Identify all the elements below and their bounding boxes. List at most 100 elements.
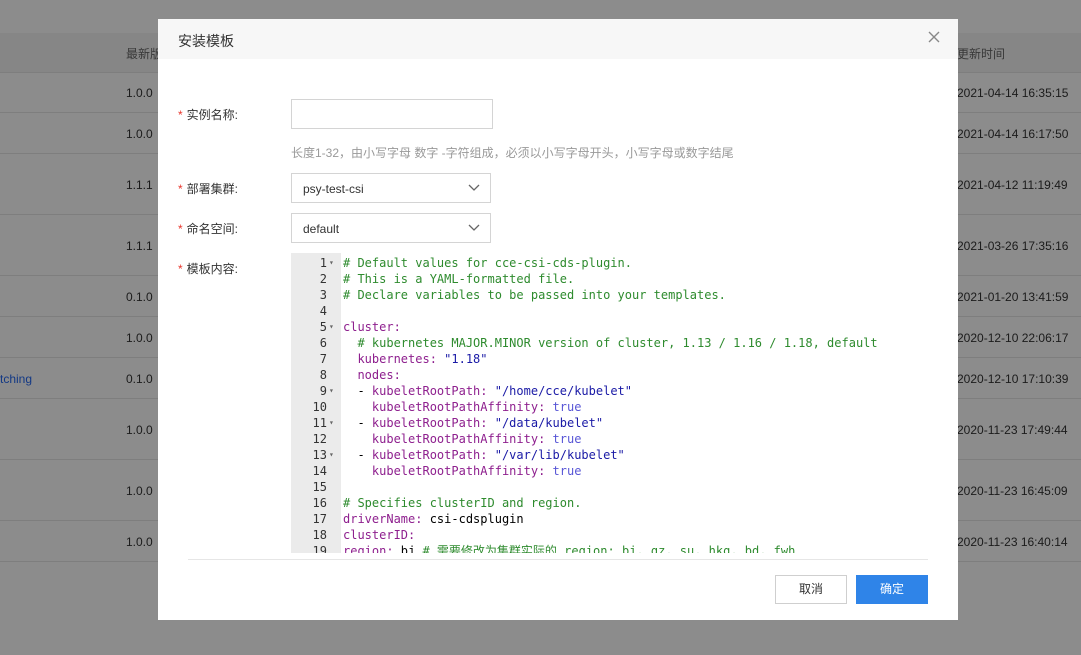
code-token: bj [393, 544, 423, 553]
line-number: 18 [312, 528, 327, 542]
code-text: driverName: csi-cdsplugin [343, 511, 524, 527]
line-number: 17 [312, 512, 327, 526]
cluster-select-value: psy-test-csi [303, 182, 364, 196]
code-token: "/var/lib/kubelet" [487, 448, 625, 462]
close-icon[interactable] [926, 29, 942, 45]
code-text: # Declare variables to be passed into yo… [343, 287, 726, 303]
code-line: 19 region: bj # 需要修改为集群实际的 region: bj, gz… [291, 543, 928, 553]
code-line: 8 nodes: [291, 367, 928, 383]
code-token: "/home/cce/kubelet" [487, 384, 632, 398]
code-text: - kubeletRootPath: "/var/lib/kubelet" [343, 447, 625, 463]
line-number: 8 [319, 368, 327, 382]
code-token: true [545, 400, 582, 414]
fold-caret-icon[interactable]: ▾ [329, 319, 337, 335]
dialog-title: 安装模板 [178, 33, 234, 49]
code-line: 7 kubernetes: "1.18" [291, 351, 928, 367]
line-number: 19 [312, 544, 327, 553]
code-text: kubeletRootPathAffinity: true [343, 431, 582, 447]
line-number: 14 [312, 464, 327, 478]
instance-name-label: * 实例名称: [178, 108, 239, 122]
code-token: clusterID: [343, 528, 416, 542]
instance-name-hint: 长度1-32，由小写字母 数字 -字符组成，必须以小写字母开头，小写字母或数字结… [291, 146, 734, 160]
line-number: 16 [312, 496, 327, 510]
code-text: - kubeletRootPath: "/home/cce/kubelet" [343, 383, 632, 399]
cluster-select[interactable]: psy-test-csi [291, 173, 491, 203]
dialog-header: 安装模板 [158, 19, 958, 59]
confirm-button[interactable]: 确定 [856, 575, 928, 604]
code-token: # Default values for cce-csi-cds-plugin. [343, 256, 632, 270]
code-line: 10 kubeletRootPathAffinity: true [291, 399, 928, 415]
line-number: 6 [319, 336, 327, 350]
code-token: kubeletRootPath: [371, 416, 488, 430]
code-line: 12 kubeletRootPathAffinity: true [291, 431, 928, 447]
code-line: 9 ▾ - kubeletRootPath: "/home/cce/kubelet… [291, 383, 928, 399]
cluster-label: * 部署集群: [178, 182, 239, 196]
code-line: 3 # Declare variables to be passed into y… [291, 287, 928, 303]
code-token: "1.18" [436, 352, 488, 366]
line-number: 9 [319, 384, 327, 398]
line-number: 12 [312, 432, 327, 446]
code-line: 14 kubeletRootPathAffinity: true [291, 463, 928, 479]
code-token: kubeletRootPath: [371, 448, 488, 462]
namespace-select[interactable]: default [291, 213, 491, 243]
code-token: # kubernetes MAJOR.MINOR version of clus… [343, 336, 878, 350]
code-token: csi-cdsplugin [422, 512, 524, 526]
code-text: region: bj # 需要修改为集群实际的 region: bj, gz, … [343, 543, 795, 553]
code-text: - kubeletRootPath: "/data/kubelet" [343, 415, 603, 431]
line-number: 5 [319, 320, 327, 334]
code-token: region: [343, 544, 394, 553]
code-token: # Declare variables to be passed into yo… [343, 288, 726, 302]
code-token: kubernetes: [343, 352, 437, 366]
cancel-button[interactable]: 取消 [775, 575, 847, 604]
code-text: # Specifies clusterID and region. [343, 495, 581, 511]
chevron-down-icon [468, 184, 480, 191]
code-token: # This is a YAML-formatted file. [343, 272, 575, 286]
code-token: - [343, 448, 372, 462]
line-number: 15 [312, 480, 327, 494]
namespace-label: * 命名空间: [178, 222, 239, 236]
code-text: kubernetes: "1.18" [343, 351, 488, 367]
line-number: 13 [312, 448, 327, 462]
footer-divider [188, 559, 928, 560]
code-text: # This is a YAML-formatted file. [343, 271, 574, 287]
code-token: driverName: [343, 512, 423, 526]
code-line: 2 # This is a YAML-formatted file. [291, 271, 928, 287]
install-template-dialog: 安装模板 * 实例名称: 长度1-32，由小写字母 数字 -字符组成，必须以小写字… [158, 19, 958, 620]
line-number: 7 [319, 352, 327, 366]
code-text: clusterID: [343, 527, 415, 543]
code-line: 4 [291, 303, 928, 319]
template-label: * 模板内容: [178, 262, 239, 276]
code-token: true [545, 432, 582, 446]
code-line: 16 # Specifies clusterID and region. [291, 495, 928, 511]
instance-name-input[interactable] [291, 99, 493, 129]
code-token: - [343, 416, 372, 430]
code-text: # kubernetes MAJOR.MINOR version of clus… [343, 335, 878, 351]
line-number: 4 [319, 304, 327, 318]
code-line: 11 ▾ - kubeletRootPath: "/data/kubelet" [291, 415, 928, 431]
code-token: kubeletRootPath: [371, 384, 488, 398]
code-text: kubeletRootPathAffinity: true [343, 399, 582, 415]
namespace-select-value: default [303, 222, 340, 236]
code-line: 17 driverName: csi-cdsplugin [291, 511, 928, 527]
code-line: 13 ▾ - kubeletRootPath: "/var/lib/kubelet… [291, 447, 928, 463]
fold-caret-icon[interactable]: ▾ [329, 255, 337, 271]
template-code-editor[interactable]: 1 ▾ # Default values for cce-csi-cds-plugi… [291, 253, 928, 553]
code-line: 6 # kubernetes MAJOR.MINOR version of cl… [291, 335, 928, 351]
line-number: 1 [319, 256, 327, 270]
code-line: 5 ▾ cluster: [291, 319, 928, 335]
fold-caret-icon[interactable]: ▾ [329, 447, 337, 463]
chevron-down-icon [468, 224, 480, 231]
code-token: # Specifies clusterID and region. [343, 496, 582, 510]
line-number: 2 [319, 272, 327, 286]
fold-caret-icon[interactable]: ▾ [329, 415, 337, 431]
code-token: kubeletRootPathAffinity: [343, 400, 546, 414]
code-line: 18 clusterID: [291, 527, 928, 543]
fold-caret-icon[interactable]: ▾ [329, 383, 337, 399]
code-line: 15 [291, 479, 928, 495]
line-number: 11 [312, 416, 327, 430]
code-token: cluster: [343, 320, 401, 334]
line-number: 10 [312, 400, 327, 414]
code-token: kubeletRootPathAffinity: [343, 464, 546, 478]
code-token: nodes: [343, 368, 401, 382]
line-number: 3 [319, 288, 327, 302]
